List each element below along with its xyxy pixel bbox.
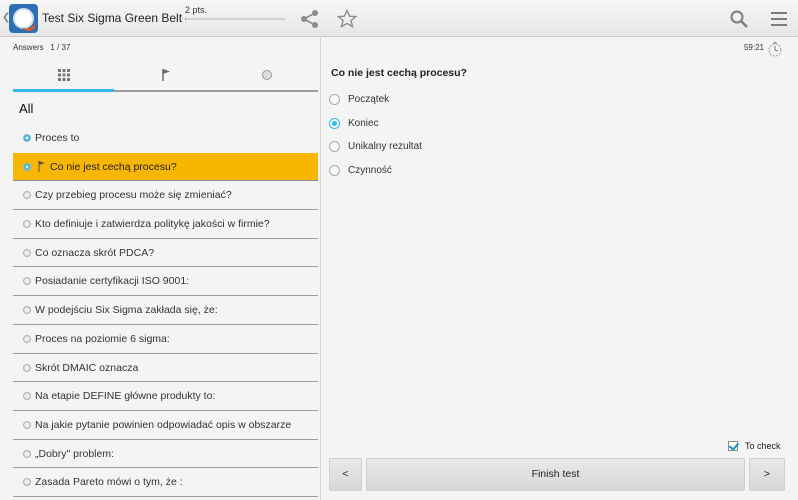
score-progress-bar	[185, 18, 285, 20]
unanswered-status-icon	[23, 306, 31, 315]
question-list-item-label: Na etapie DEFINE główne produkty to:	[35, 390, 216, 403]
score-progress-fill	[185, 18, 186, 20]
answer-option-label: Czynność	[348, 164, 392, 176]
unanswered-status-icon	[23, 478, 31, 487]
question-list-item-label: Na jakie pytanie powinien odpowiadać opi…	[35, 418, 292, 431]
answer-option-label: Początek	[348, 94, 390, 105]
stopwatch-icon	[768, 42, 782, 57]
app-header: ❮ Test Six Sigma Green Belt 2 pts.	[0, 0, 798, 37]
app-title: Test Six Sigma Green Belt	[42, 11, 183, 25]
question-title: Co nie jest cechą procesu?	[331, 67, 467, 79]
unanswered-status-icon	[23, 420, 31, 429]
tab-all[interactable]	[13, 62, 114, 92]
question-list-item[interactable]: Na etapie DEFINE główne produkty to:	[13, 382, 318, 411]
question-list-item[interactable]: Proces na poziomie 6 sigma:	[13, 325, 318, 354]
radio-selected-icon[interactable]	[329, 117, 340, 129]
to-check-label: To check	[745, 441, 781, 451]
question-list-item[interactable]: Kto definiuje i zatwierdza politykę jako…	[13, 210, 318, 239]
next-question-button[interactable]: >	[749, 458, 785, 491]
unanswered-status-icon	[23, 363, 31, 372]
question-list-item[interactable]: Zasada Pareto mówi o tym, że :	[13, 468, 318, 497]
question-list-item[interactable]: Posiadanie certyfikacji ISO 9001:	[13, 267, 318, 297]
question-list-item-label: Posiadanie certyfikacji ISO 9001:	[35, 275, 190, 288]
radio-unselected-icon[interactable]	[329, 94, 340, 105]
question-list-item-label: Kto definiuje i zatwierdza politykę jako…	[35, 218, 270, 231]
question-list-item-label: Zasada Pareto mówi o tym, że :	[35, 476, 183, 489]
question-list-item-label: Co nie jest cechą procesu?	[50, 160, 177, 173]
question-list-item[interactable]: Co nie jest cechą procesu?	[13, 152, 318, 182]
tab-unanswered[interactable]	[216, 62, 317, 90]
question-list-item[interactable]: W podejściu Six Sigma zakłada się, że:	[13, 296, 318, 325]
finish-test-button[interactable]: Finish test	[366, 458, 745, 491]
list-heading: All	[19, 101, 34, 116]
previous-question-button[interactable]: <	[329, 458, 362, 491]
answer-option-label: Unikalny rezultat	[348, 141, 422, 152]
question-list-item-label: Proces to	[35, 132, 80, 144]
question-list-item-label: „Dobry" problem:	[35, 447, 115, 460]
share-icon[interactable]	[300, 9, 320, 29]
question-list-item[interactable]: Czy przebieg procesu może się zmieniać?	[13, 181, 318, 211]
unanswered-status-icon	[23, 277, 31, 286]
answers-count: 1 / 37	[50, 43, 71, 52]
tab-flagged[interactable]	[115, 62, 216, 90]
app-logo[interactable]	[9, 4, 38, 33]
answer-option-label: Koniec	[348, 117, 379, 129]
question-list-item[interactable]: Co oznacza skrót PDCA?	[13, 239, 318, 268]
unanswered-status-icon	[23, 248, 31, 257]
points-label: 2 pts.	[185, 5, 208, 15]
question-list-item[interactable]: „Dobry" problem:	[13, 440, 318, 469]
search-icon[interactable]	[729, 9, 749, 29]
question-list-panel: Answers 1 / 37 All Proces to Co nie jest …	[0, 38, 321, 500]
flag-icon	[38, 160, 45, 172]
question-list-item-label: Czy przebieg procesu może się zmieniać?	[35, 189, 232, 202]
question-list-item-label: Proces na poziomie 6 sigma:	[35, 332, 170, 345]
unanswered-status-icon	[23, 191, 31, 200]
unanswered-status-icon	[23, 392, 31, 401]
circle-icon	[262, 70, 272, 80]
unanswered-status-icon	[23, 334, 31, 343]
star-icon[interactable]	[337, 9, 357, 29]
flag-icon	[162, 69, 170, 81]
unanswered-status-icon	[23, 449, 31, 458]
answers-label: Answers	[13, 43, 44, 52]
radio-unselected-icon[interactable]	[329, 141, 340, 152]
answered-status-icon	[23, 162, 31, 171]
question-list-item[interactable]: Na jakie pytanie powinien odpowiadać opi…	[13, 411, 318, 440]
question-list-item[interactable]: Skrót DMAIC oznacza	[13, 354, 318, 383]
question-list-item-label: W podejściu Six Sigma zakłada się, że:	[35, 304, 218, 317]
grid-icon	[58, 69, 70, 81]
answers-counter: Answers 1 / 37	[13, 43, 70, 52]
to-check-checkbox[interactable]	[728, 441, 738, 451]
unanswered-status-icon	[23, 220, 31, 229]
question-list-item[interactable]: Proces to	[13, 124, 318, 153]
menu-icon[interactable]	[769, 9, 789, 29]
question-list: Proces to Co nie jest cechą procesu? Czy p…	[13, 124, 318, 497]
timer-text: 59:21	[743, 43, 764, 52]
question-list-item-label: Skrót DMAIC oznacza	[35, 361, 139, 374]
radio-unselected-icon[interactable]	[329, 164, 340, 176]
answered-status-icon	[23, 134, 31, 142]
question-list-item-label: Co oznacza skrót PDCA?	[35, 246, 155, 259]
question-panel: 59:21 Co nie jest cechą procesu? Począte…	[322, 38, 798, 500]
filter-tabs	[13, 62, 318, 92]
